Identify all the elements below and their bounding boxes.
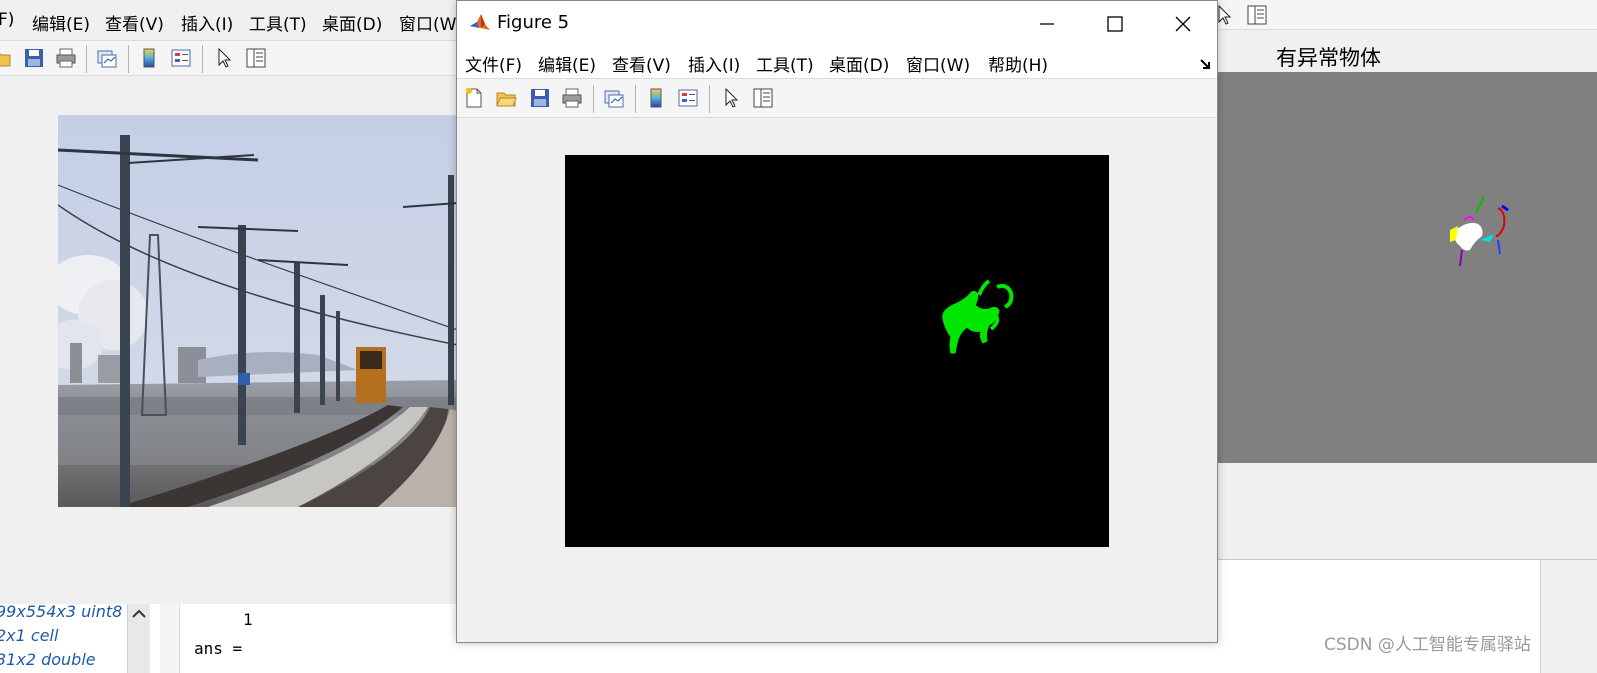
command-output-value: 1 — [243, 610, 253, 629]
watermark-text: CSDN @人工智能专属驿站 — [1324, 635, 1531, 655]
menu-desktop[interactable]: 桌面(D) — [829, 51, 889, 76]
open-folder-icon[interactable] — [495, 87, 517, 109]
background-figure-window: F) 编辑(E) 查看(V) 插入(I) 工具(T) 桌面(D) 窗口(W — [0, 0, 470, 604]
figure5-menubar: 文件(F) 编辑(E) 查看(V) 插入(I) 工具(T) 桌面(D) 窗口(W… — [457, 46, 1217, 78]
minimize-button[interactable] — [1013, 1, 1081, 46]
detected-object-blob — [942, 279, 1014, 354]
save-icon[interactable] — [529, 87, 551, 109]
workspace-row[interactable]: 2x1 cell — [0, 626, 58, 645]
railway-photo — [58, 115, 458, 507]
property-inspector-icon[interactable] — [752, 87, 774, 109]
axes-title: 有异常物体 — [1276, 46, 1381, 70]
gray-image-axes — [1218, 72, 1597, 463]
maximize-icon — [1107, 16, 1123, 32]
colorbar-icon[interactable] — [138, 47, 160, 69]
bg-menu-file[interactable]: F) — [0, 10, 14, 30]
right-toolbar-strip — [1208, 0, 1597, 30]
scroll-up-icon[interactable] — [128, 606, 150, 622]
figure5-titlebar[interactable]: Figure 5 — [457, 1, 1217, 46]
pointer-icon[interactable] — [721, 87, 743, 109]
open-folder-icon[interactable] — [0, 47, 12, 69]
bg-menu-view[interactable]: 查看(V) — [105, 10, 164, 35]
maximize-button[interactable] — [1081, 1, 1149, 46]
menu-window[interactable]: 窗口(W) — [906, 51, 970, 76]
save-icon[interactable] — [23, 47, 45, 69]
workspace-row[interactable]: 31x2 double — [0, 650, 96, 669]
right-panel-edge — [1540, 560, 1597, 673]
workspace-row[interactable]: 99x554x3 uint8 — [0, 602, 122, 621]
menu-file[interactable]: 文件(F) — [465, 51, 522, 76]
menu-help[interactable]: 帮助(H) — [988, 51, 1048, 76]
link-plot-icon[interactable] — [96, 47, 118, 69]
right-figure-window: 有异常物体 — [1208, 0, 1597, 560]
window-title: Figure 5 — [497, 12, 570, 33]
background-toolbar — [0, 40, 470, 76]
figure5-window: Figure 5 文件(F) 编辑(E) 查看(V) 插入(I) 工具(T) 桌… — [456, 0, 1218, 643]
bg-menu-desktop[interactable]: 桌面(D) — [322, 10, 382, 35]
property-inspector-icon[interactable] — [1246, 4, 1268, 26]
close-button[interactable] — [1149, 1, 1217, 46]
background-menubar: F) 编辑(E) 查看(V) 插入(I) 工具(T) 桌面(D) 窗口(W — [0, 10, 470, 36]
bg-menu-window[interactable]: 窗口(W — [399, 10, 456, 35]
bg-menu-insert[interactable]: 插入(I) — [181, 10, 233, 35]
command-output-ans: ans = — [194, 639, 243, 658]
property-inspector-icon[interactable] — [245, 47, 267, 69]
bg-menu-tools[interactable]: 工具(T) — [249, 10, 307, 35]
close-icon — [1175, 16, 1191, 32]
pointer-icon[interactable] — [214, 47, 236, 69]
workspace-scrollbar[interactable] — [127, 604, 150, 673]
dock-arrow-icon[interactable] — [1199, 58, 1211, 70]
menu-edit[interactable]: 编辑(E) — [538, 51, 596, 76]
command-gutter — [160, 604, 180, 673]
legend-icon[interactable] — [170, 47, 192, 69]
print-icon[interactable] — [561, 87, 583, 109]
menu-view[interactable]: 查看(V) — [612, 51, 671, 76]
binary-image-axes — [565, 155, 1109, 547]
menu-insert[interactable]: 插入(I) — [688, 51, 740, 76]
figure5-canvas — [457, 118, 1217, 642]
minimize-icon — [1040, 23, 1054, 25]
bg-menu-edit[interactable]: 编辑(E) — [32, 10, 90, 35]
link-plot-icon[interactable] — [603, 87, 625, 109]
print-icon[interactable] — [55, 47, 77, 69]
new-file-icon[interactable] — [463, 87, 485, 109]
colorbar-icon[interactable] — [645, 87, 667, 109]
legend-icon[interactable] — [677, 87, 699, 109]
labeled-object-marker — [1450, 195, 1509, 267]
figure5-toolbar — [457, 78, 1217, 118]
menu-tools[interactable]: 工具(T) — [756, 51, 814, 76]
matlab-logo-icon — [469, 12, 491, 34]
